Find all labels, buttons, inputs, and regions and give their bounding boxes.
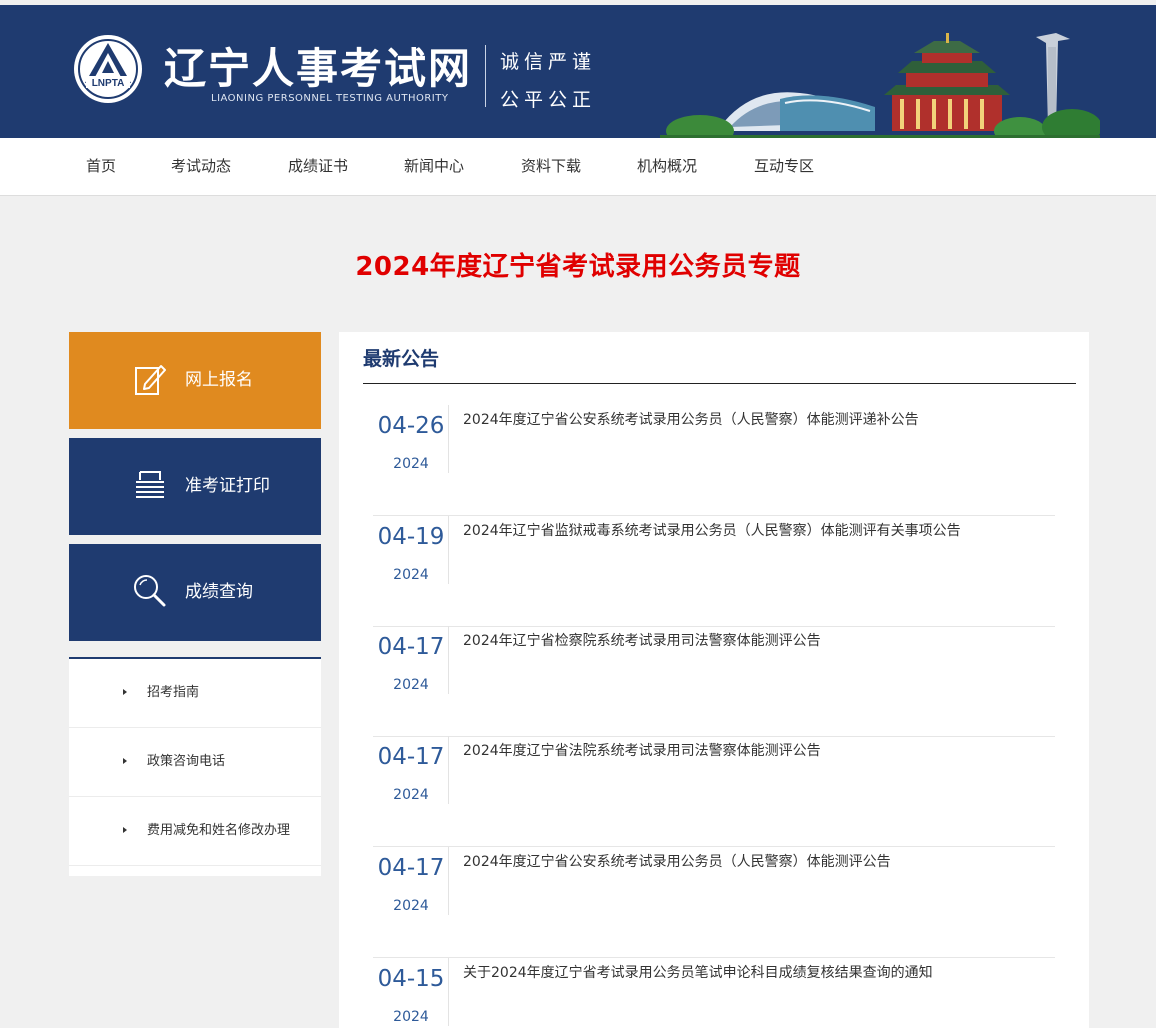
notice-year: 2024 — [393, 456, 429, 472]
date-divider — [448, 736, 449, 804]
notice-title-link[interactable]: 2024年辽宁省监狱戒毒系统考试录用公务员（人民警察）体能测评有关事项公告 — [463, 520, 961, 540]
notice-year: 2024 — [393, 567, 429, 583]
landmark-banner-image — [660, 33, 1100, 138]
admission-ticket-print-label: 准考证打印 — [185, 476, 270, 496]
admission-ticket-print-button[interactable]: 准考证打印 — [69, 438, 321, 535]
online-registration-button[interactable]: 网上报名 — [69, 332, 321, 429]
motto-line-2: 公平公正 — [500, 89, 597, 111]
notice-item[interactable]: 04-19 2024 2024年辽宁省监狱戒毒系统考试录用公务员（人民警察）体能… — [373, 516, 1055, 627]
notice-date: 04-17 — [377, 855, 445, 881]
notice-date: 04-17 — [377, 634, 445, 660]
notice-title-link[interactable]: 2024年度辽宁省公安系统考试录用公务员（人民警察）体能测评递补公告 — [463, 409, 919, 429]
sidebar-item-fee-waiver-name-change[interactable]: 费用减免和姓名修改办理 — [69, 797, 321, 866]
online-registration-label: 网上报名 — [185, 370, 253, 390]
lnpta-logo-icon[interactable]: LNPTA — [72, 33, 144, 105]
caret-right-icon — [123, 689, 127, 695]
notice-date: 04-26 — [377, 413, 445, 439]
printer-icon — [136, 471, 164, 498]
site-subtitle: LIAONING PERSONNEL TESTING AUTHORITY — [211, 93, 449, 104]
notice-year: 2024 — [393, 787, 429, 803]
date-divider — [448, 516, 449, 584]
notice-year: 2024 — [393, 898, 429, 914]
site-title[interactable]: 辽宁人事考试网 — [164, 35, 472, 96]
latest-notices-heading: 最新公告 — [363, 348, 440, 370]
main-nav: 首页 考试动态 成绩证书 新闻中心 资料下载 机构概况 互动专区 — [0, 138, 1156, 196]
notice-item[interactable]: 04-26 2024 2024年度辽宁省公安系统考试录用公务员（人民警察）体能测… — [373, 405, 1055, 516]
notice-year: 2024 — [393, 1009, 429, 1025]
nav-item-home[interactable]: 首页 — [86, 138, 116, 195]
nav-item-about[interactable]: 机构概况 — [637, 138, 697, 195]
logo-emblem-text: LNPTA — [92, 78, 125, 89]
date-divider — [448, 958, 449, 1026]
caret-right-icon — [123, 758, 127, 764]
score-query-button[interactable]: 成绩查询 — [69, 544, 321, 641]
search-icon — [134, 575, 166, 607]
header-divider — [485, 45, 486, 107]
nav-item-exam-news[interactable]: 考试动态 — [171, 138, 231, 195]
notice-title-link[interactable]: 2024年度辽宁省公安系统考试录用公务员（人民警察）体能测评公告 — [463, 851, 891, 871]
heading-divider — [363, 383, 1076, 384]
latest-notices-panel: 最新公告 04-26 2024 2024年度辽宁省公安系统考试录用公务员（人民警… — [339, 332, 1089, 1028]
date-divider — [448, 405, 449, 473]
notice-date: 04-15 — [377, 966, 445, 992]
sidebar-item-exam-guide[interactable]: 招考指南 — [69, 659, 321, 728]
sidebar-item-label: 费用减免和姓名修改办理 — [147, 823, 291, 838]
notice-title-link[interactable]: 关于2024年度辽宁省考试录用公务员笔试申论科目成绩复核结果查询的通知 — [463, 962, 933, 982]
notice-item[interactable]: 04-15 2024 关于2024年度辽宁省考试录用公务员笔试申论科目成绩复核结… — [373, 958, 1055, 1028]
date-divider — [448, 847, 449, 915]
notice-title-link[interactable]: 2024年辽宁省检察院系统考试录用司法警察体能测评公告 — [463, 630, 821, 650]
notice-item[interactable]: 04-17 2024 2024年辽宁省检察院系统考试录用司法警察体能测评公告 — [373, 626, 1055, 737]
sidebar-item-label: 招考指南 — [147, 685, 200, 700]
notice-year: 2024 — [393, 677, 429, 693]
notice-item[interactable]: 04-17 2024 2024年度辽宁省法院系统考试录用司法警察体能测评公告 — [373, 736, 1055, 847]
site-header: LNPTA 辽宁人事考试网 LIAONING PERSONNEL TESTING… — [0, 5, 1156, 138]
score-query-label: 成绩查询 — [185, 582, 253, 602]
sidebar-link-list: 招考指南 政策咨询电话 费用减免和姓名修改办理 — [69, 657, 321, 876]
nav-item-downloads[interactable]: 资料下载 — [521, 138, 581, 195]
nav-item-news-center[interactable]: 新闻中心 — [404, 138, 464, 195]
notice-date: 04-19 — [377, 524, 445, 550]
page-title: 2024年度辽宁省考试录用公务员专题 — [355, 252, 801, 282]
sidebar-item-policy-hotline[interactable]: 政策咨询电话 — [69, 728, 321, 797]
nav-item-scores-certificates[interactable]: 成绩证书 — [288, 138, 348, 195]
notice-title-link[interactable]: 2024年度辽宁省法院系统考试录用司法警察体能测评公告 — [463, 740, 821, 760]
caret-right-icon — [123, 827, 127, 833]
notice-date: 04-17 — [377, 744, 445, 770]
date-divider — [448, 626, 449, 694]
notice-item[interactable]: 04-17 2024 2024年度辽宁省公安系统考试录用公务员（人民警察）体能测… — [373, 847, 1055, 958]
edit-icon — [135, 365, 166, 395]
motto-line-1: 诚信严谨 — [500, 51, 597, 73]
sidebar-item-label: 政策咨询电话 — [147, 754, 226, 769]
nav-item-interaction[interactable]: 互动专区 — [754, 138, 814, 195]
